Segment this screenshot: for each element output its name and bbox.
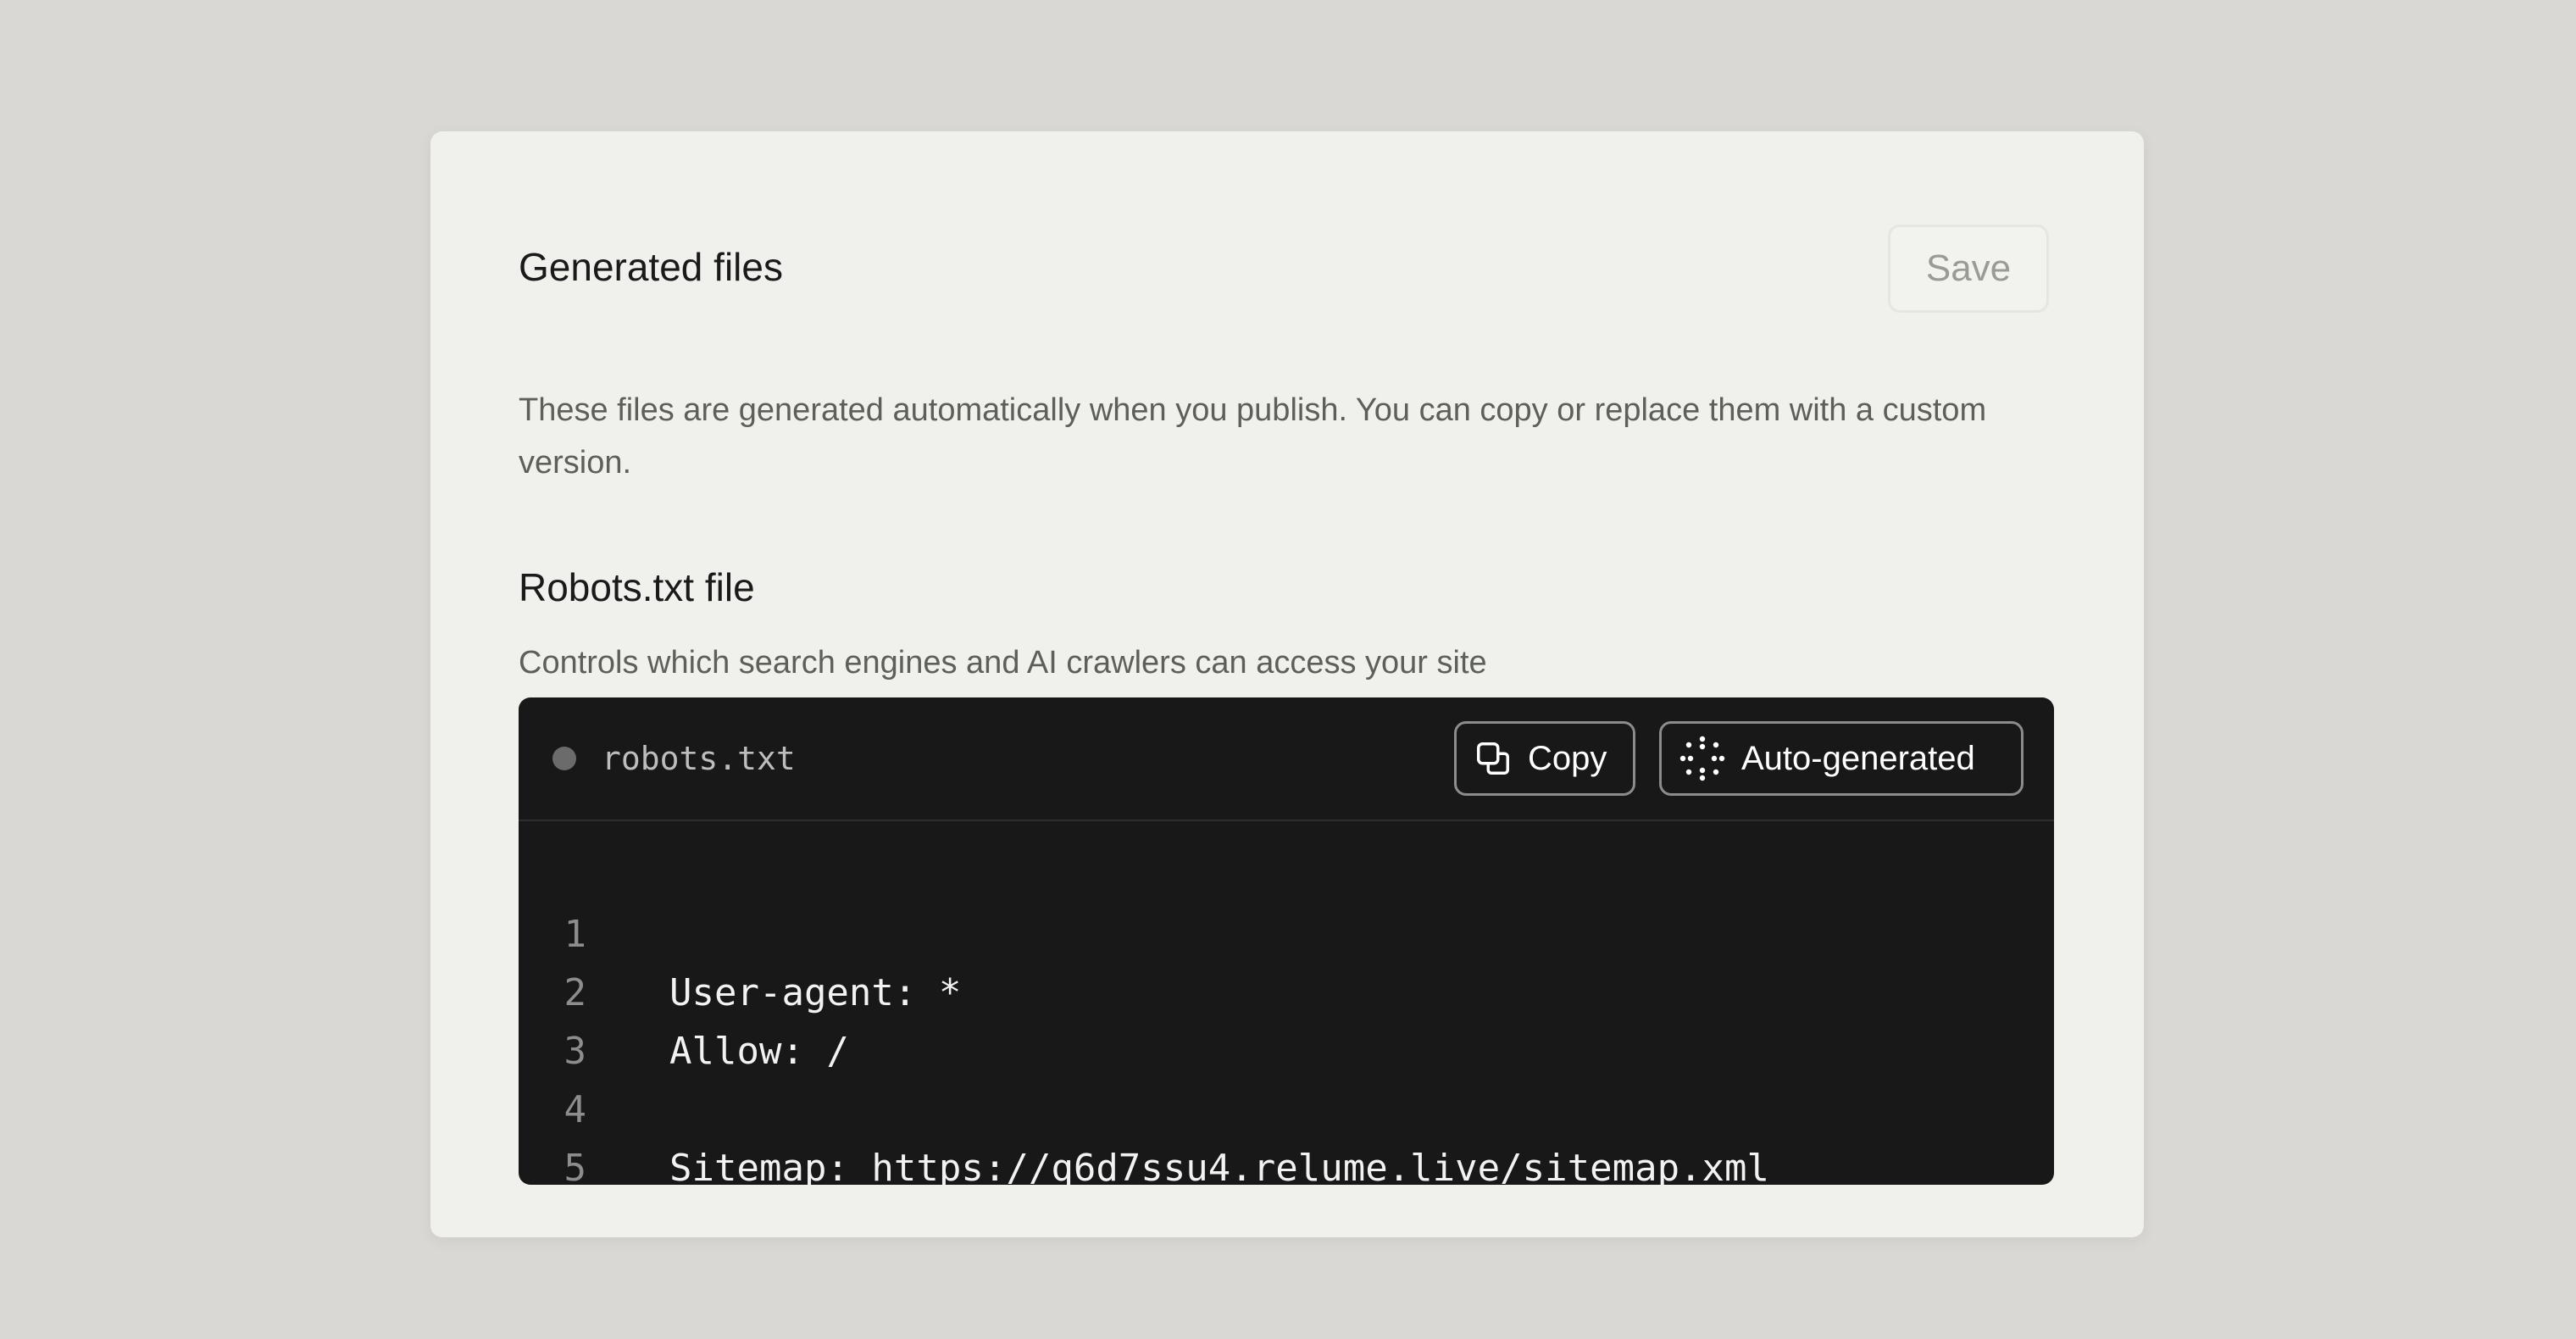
- generated-files-card: Generated files Save These files are gen…: [430, 131, 2144, 1237]
- robots-code-editor[interactable]: robots.txt Copy Auto-generated 1 User-ag…: [519, 697, 2054, 1185]
- card-description: These files are generated automatically …: [519, 392, 1987, 481]
- save-button[interactable]: Save: [1888, 225, 2049, 313]
- copy-button[interactable]: Copy: [1454, 721, 1635, 796]
- code-line: 2 Allow: /: [519, 905, 2054, 1073]
- code-area[interactable]: 1 User-agent: * 2 Allow: / 3 4 Sitemap: …: [519, 847, 2054, 1185]
- sparkle-dots-icon: [1679, 736, 1725, 781]
- auto-generated-button[interactable]: Auto-generated: [1659, 721, 2024, 796]
- line-number: 5: [564, 1147, 587, 1185]
- copy-button-label: Copy: [1528, 739, 1607, 777]
- code-line: 1 User-agent: *: [519, 847, 2054, 1014]
- page-title: Generated files: [519, 245, 783, 289]
- code-line: 3: [519, 964, 2054, 1073]
- robots-section-description: Controls which search engines and AI cra…: [519, 645, 1487, 681]
- copy-icon: [1477, 742, 1509, 775]
- editor-filename: robots.txt: [602, 740, 796, 777]
- robots-section-title: Robots.txt file: [519, 565, 755, 609]
- editor-header: robots.txt Copy Auto-generated: [519, 697, 2054, 821]
- line-text: Sitemap: https://q6d7ssu4.relume.live/si…: [669, 1147, 1770, 1185]
- code-line: 4 Sitemap: https://q6d7ssu4.relume.live/…: [519, 1022, 2054, 1185]
- status-dot-icon: [552, 747, 576, 770]
- code-line: 5: [519, 1081, 2054, 1185]
- auto-generated-label: Auto-generated: [1741, 739, 1975, 777]
